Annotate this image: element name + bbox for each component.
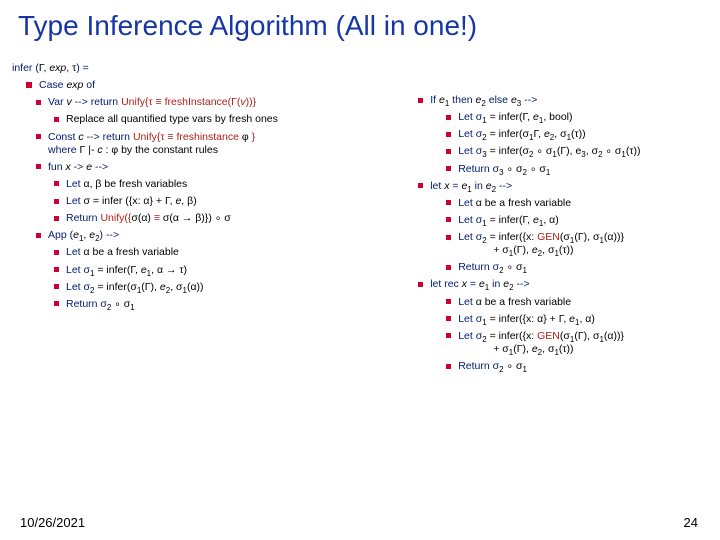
infer-sig: infer (Γ, exp, τ) = [12,62,412,75]
bullet-icon [54,181,59,186]
bullet-icon [446,200,451,205]
slide-title: Type Inference Algorithm (All in one!) [18,10,477,42]
if-s3: Let σ3 = infer(σ2 ∘ σ1(Γ), e3, σ2 ∘ σ1(τ… [446,145,708,158]
var-line: Var v --> return Unify{τ ≡ freshInstance… [36,96,412,109]
if-s2: Let σ2 = infer(σ1Γ, e2, σ1(τ)) [446,128,708,141]
letrec-alpha: Let α be a fresh variable [446,296,708,309]
bullet-icon [418,183,423,188]
bullet-icon [418,98,423,103]
fun-return: Return Unify({σ(α) ≡ σ(α → β)}) ∘ σ [54,212,412,225]
bullet-icon [54,250,59,255]
bullet-icon [446,115,451,120]
bullet-icon [446,217,451,222]
bullet-icon [446,316,451,321]
bullet-icon [446,235,451,240]
bullet-icon [54,216,59,221]
slide: Type Inference Algorithm (All in one!) i… [0,0,720,540]
bullet-icon [446,364,451,369]
let-s1: Let σ1 = infer(Γ, e1, α) [446,214,708,227]
if-return: Return σ3 ∘ σ2 ∘ σ1 [446,163,708,176]
bullet-icon [26,82,32,88]
bullet-icon [446,265,451,270]
bullet-icon [54,267,59,272]
letrec-return: Return σ2 ∘ σ1 [446,360,708,373]
bullet-icon [36,100,41,105]
bullet-icon [54,284,59,289]
let-alpha: Let α be a fresh variable [446,197,708,210]
bullet-icon [54,117,59,122]
const-line: Const c --> return Unify{τ ≡ freshinstan… [36,131,412,157]
slide-body: infer (Γ, exp, τ) = Case exp of Var v --… [12,62,708,506]
var-note: Replace all quantified type vars by fres… [54,113,412,126]
fun-let-sigma: Let σ = infer ({x: α} + Γ, e, β) [54,195,412,208]
app-let-s2: Let σ2 = infer(σ1(Γ), e2, σ1(α)) [54,281,412,294]
let-s2: Let σ2 = infer({x: GEN(σ1(Γ), σ1(α))} + … [446,231,708,257]
fun-line: fun x -> e --> [36,161,412,174]
bullet-icon [36,233,41,238]
letrec-s2: Let σ2 = infer({x: GEN(σ1(Γ), σ1(α))} + … [446,330,708,356]
app-let-alpha: Let α be a fresh variable [54,246,412,259]
bullet-icon [54,199,59,204]
bullet-icon [36,164,41,169]
if-line: If e1 then e2 else e3 --> [418,94,708,107]
case-line: Case exp of [26,79,412,92]
bullet-icon [418,282,423,287]
let-line: let x = e1 in e2 --> [418,180,708,193]
bullet-icon [446,166,451,171]
bullet-icon [446,299,451,304]
letrec-line: let rec x = e1 in e2 --> [418,278,708,291]
footer-date: 10/26/2021 [20,515,85,530]
fun-let-ab: Let α, β be fresh variables [54,178,412,191]
if-s1: Let σ1 = infer(Γ, e1, bool) [446,111,708,124]
bullet-icon [446,149,451,154]
app-let-s1: Let σ1 = infer(Γ, e1, α → τ) [54,264,412,277]
letrec-s1: Let σ1 = infer({x: α} + Γ, e1, α) [446,313,708,326]
let-return: Return σ2 ∘ σ1 [446,261,708,274]
app-line: App (e1, e2) --> [36,229,412,242]
left-column: infer (Γ, exp, τ) = Case exp of Var v --… [12,62,418,506]
app-return: Return σ2 ∘ σ1 [54,298,412,311]
bullet-icon [54,301,59,306]
bullet-icon [446,132,451,137]
footer-page-number: 24 [684,515,698,530]
bullet-icon [36,134,41,139]
right-column: If e1 then e2 else e3 --> Let σ1 = infer… [418,62,708,506]
bullet-icon [446,333,451,338]
